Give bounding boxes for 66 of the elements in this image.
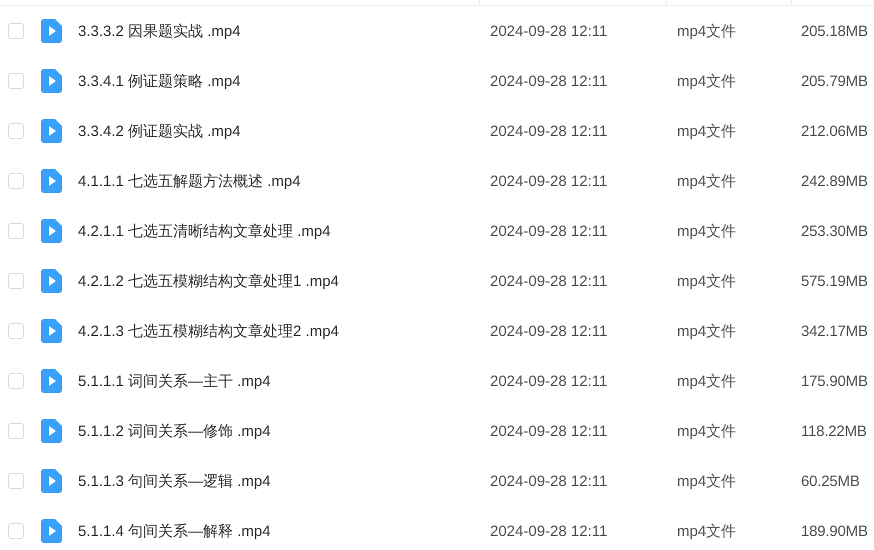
checkbox[interactable] <box>8 273 24 289</box>
file-name[interactable]: 4.2.1.2 七选五模糊结构文章处理1 .mp4 <box>78 272 339 290</box>
file-size: 205.18MB <box>800 22 869 40</box>
checkbox[interactable] <box>8 23 24 39</box>
checkbox[interactable] <box>8 323 24 339</box>
file-type: mp4文件 <box>676 122 738 140</box>
modified-date: 2024-09-28 12:11 <box>489 22 608 40</box>
checkbox[interactable] <box>8 473 24 489</box>
modified-date: 2024-09-28 12:11 <box>489 222 608 240</box>
modified-date: 2024-09-28 12:11 <box>489 422 608 440</box>
file-size: 575.19MB <box>800 272 869 290</box>
file-size: 189.90MB <box>800 522 869 540</box>
file-name[interactable]: 5.1.1.3 句间关系—逻辑 .mp4 <box>78 472 271 490</box>
checkbox[interactable] <box>8 523 24 539</box>
file-name[interactable]: 3.3.3.2 因果题实战 .mp4 <box>78 22 241 40</box>
video-file-icon <box>41 169 62 193</box>
video-file-icon <box>41 19 62 43</box>
file-type: mp4文件 <box>676 322 738 340</box>
file-size: 212.06MB <box>800 122 869 140</box>
file-size: 60.25MB <box>800 472 861 490</box>
video-file-icon <box>41 469 62 493</box>
checkbox[interactable] <box>8 373 24 389</box>
modified-date: 2024-09-28 12:11 <box>489 522 608 540</box>
video-file-icon <box>41 369 62 393</box>
video-file-icon <box>41 219 62 243</box>
checkbox[interactable] <box>8 223 24 239</box>
checkbox[interactable] <box>8 123 24 139</box>
video-file-icon <box>41 69 62 93</box>
file-type: mp4文件 <box>676 72 738 90</box>
file-name[interactable]: 3.3.4.1 例证题策略 .mp4 <box>78 72 241 90</box>
checkbox[interactable] <box>8 73 24 89</box>
modified-date: 2024-09-28 12:11 <box>489 322 608 340</box>
video-file-icon <box>41 519 62 543</box>
file-size: 118.22MB <box>800 422 868 440</box>
video-file-icon <box>41 419 62 443</box>
file-size: 205.79MB <box>800 72 869 90</box>
file-size: 175.90MB <box>800 372 869 390</box>
modified-date: 2024-09-28 12:11 <box>489 122 608 140</box>
file-name[interactable]: 5.1.1.2 词间关系—修饰 .mp4 <box>78 422 271 440</box>
file-type: mp4文件 <box>676 172 738 190</box>
video-file-icon <box>41 319 62 343</box>
checkbox[interactable] <box>8 173 24 189</box>
modified-date: 2024-09-28 12:11 <box>489 372 608 390</box>
file-size: 253.30MB <box>800 222 869 240</box>
file-type: mp4文件 <box>676 372 738 390</box>
modified-date: 2024-09-28 12:11 <box>489 472 608 490</box>
checkbox[interactable] <box>8 423 24 439</box>
modified-date: 2024-09-28 12:11 <box>489 72 608 90</box>
file-type: mp4文件 <box>676 472 738 490</box>
file-type: mp4文件 <box>676 422 738 440</box>
file-type: mp4文件 <box>676 272 738 290</box>
file-type: mp4文件 <box>676 522 738 540</box>
file-type: mp4文件 <box>676 222 738 240</box>
file-name[interactable]: 3.3.4.2 例证题实战 .mp4 <box>78 122 241 140</box>
video-file-icon <box>41 119 62 143</box>
modified-date: 2024-09-28 12:11 <box>489 272 608 290</box>
file-type: mp4文件 <box>676 22 738 40</box>
file-name[interactable]: 4.2.1.1 七选五清晰结构文章处理 .mp4 <box>78 222 331 240</box>
file-name[interactable]: 4.1.1.1 七选五解题方法概述 .mp4 <box>78 172 301 190</box>
file-name[interactable]: 5.1.1.4 句间关系—解释 .mp4 <box>78 522 271 540</box>
file-name[interactable]: 4.2.1.3 七选五模糊结构文章处理2 .mp4 <box>78 322 339 340</box>
video-file-icon <box>41 269 62 293</box>
file-size: 242.89MB <box>800 172 869 190</box>
modified-date: 2024-09-28 12:11 <box>489 172 608 190</box>
file-name[interactable]: 5.1.1.1 词间关系—主干 .mp4 <box>78 372 271 390</box>
file-size: 342.17MB <box>800 322 869 340</box>
